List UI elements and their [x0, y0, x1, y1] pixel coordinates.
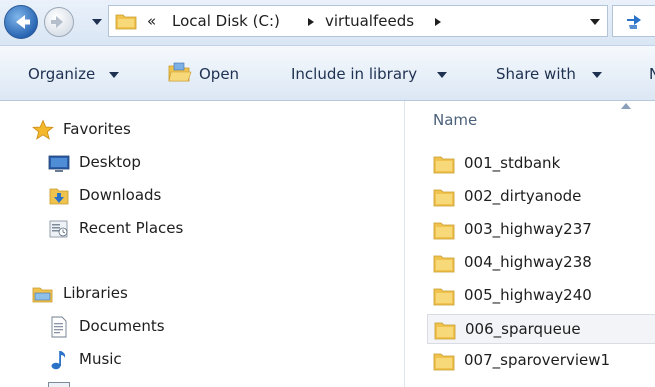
- file-list: Name 001_stdbank 002_dirtyanode 003_highwa…: [405, 101, 655, 387]
- refresh-icon: [627, 15, 641, 29]
- chevron-down-icon: [437, 72, 447, 78]
- nav-libraries[interactable]: Libraries: [32, 282, 232, 308]
- libraries-icon: [32, 287, 53, 303]
- nav-music[interactable]: Music: [48, 348, 248, 374]
- forward-arrow-icon: [51, 16, 63, 28]
- open-folder-icon[interactable]: [168, 62, 192, 84]
- list-item-label: 001_stdbank: [464, 154, 561, 172]
- nav-item-partial[interactable]: [48, 380, 248, 387]
- address-row: « Local Disk (C:) virtualfeeds: [0, 0, 655, 45]
- nav-documents-label: Documents: [79, 317, 165, 335]
- music-icon: [51, 351, 66, 370]
- folder-icon: [433, 353, 455, 371]
- command-bar: Organize Open Include in library Share w…: [0, 45, 655, 101]
- folder-icon: [433, 255, 455, 273]
- folder-icon: [433, 189, 455, 207]
- folder-icon: [434, 322, 456, 340]
- list-item-label: 006_sparqueue: [465, 320, 581, 338]
- desktop-icon: [48, 155, 70, 172]
- chevron-down-icon: [592, 72, 602, 78]
- breadcrumb-local-disk[interactable]: Local Disk (C:): [172, 12, 280, 30]
- nav-desktop-label: Desktop: [79, 153, 141, 171]
- breadcrumb-separator-icon[interactable]: [307, 17, 315, 27]
- downloads-folder-icon: [49, 188, 69, 205]
- documents-icon: [51, 316, 67, 338]
- list-item[interactable]: 005_highway240: [427, 281, 655, 311]
- folder-icon: [433, 222, 455, 240]
- recent-places-icon: [49, 220, 68, 238]
- list-item[interactable]: 001_stdbank: [427, 149, 655, 179]
- recent-pages-dropdown-icon[interactable]: [90, 12, 104, 32]
- open-button[interactable]: Open: [199, 65, 239, 83]
- list-item-label: 002_dirtyanode: [464, 187, 582, 205]
- nav-downloads-label: Downloads: [79, 186, 162, 204]
- list-item-label: 004_highway238: [464, 253, 592, 271]
- column-header-name[interactable]: Name: [433, 111, 477, 129]
- nav-recent-places[interactable]: Recent Places: [48, 217, 248, 243]
- folder-icon: [433, 288, 455, 306]
- chevron-down-icon: [109, 72, 119, 78]
- breadcrumb-virtualfeeds[interactable]: virtualfeeds: [325, 12, 414, 30]
- list-item[interactable]: 004_highway238: [427, 248, 655, 278]
- list-item[interactable]: 007_sparoverview1: [427, 346, 655, 376]
- folder-icon: [433, 156, 455, 174]
- list-item-label: 005_highway240: [464, 286, 592, 304]
- list-item[interactable]: 006_sparqueue: [427, 314, 655, 344]
- list-item-label: 007_sparoverview1: [464, 351, 611, 369]
- navigation-pane: Favorites Desktop Downloads Recent Place…: [0, 101, 404, 387]
- organize-button[interactable]: Organize: [28, 65, 95, 83]
- list-item-label: 003_highway237: [464, 220, 592, 238]
- nav-libraries-label: Libraries: [63, 284, 128, 302]
- folder-icon: [115, 14, 137, 30]
- nav-music-label: Music: [79, 350, 122, 368]
- star-icon: [32, 119, 54, 140]
- nav-recent-places-label: Recent Places: [79, 219, 184, 237]
- nav-downloads[interactable]: Downloads: [48, 184, 248, 210]
- breadcrumb-separator-icon[interactable]: [434, 17, 442, 27]
- sort-ascending-icon: [621, 103, 631, 109]
- back-arrow-icon: [16, 15, 30, 29]
- nav-favorites[interactable]: Favorites: [32, 118, 232, 144]
- refresh-button[interactable]: [612, 5, 655, 37]
- toolbar-overflow-button[interactable]: N: [649, 65, 655, 83]
- nav-favorites-label: Favorites: [63, 120, 131, 138]
- nav-desktop[interactable]: Desktop: [48, 151, 248, 177]
- breadcrumb-overflow[interactable]: «: [147, 12, 156, 30]
- include-in-library-button[interactable]: Include in library: [291, 65, 417, 83]
- nav-documents[interactable]: Documents: [48, 315, 248, 341]
- address-bar[interactable]: « Local Disk (C:) virtualfeeds: [108, 5, 608, 37]
- pictures-icon: [48, 382, 70, 387]
- forward-button[interactable]: [44, 7, 74, 37]
- address-history-dropdown-icon[interactable]: [589, 17, 601, 27]
- list-item[interactable]: 003_highway237: [427, 215, 655, 245]
- list-item[interactable]: 002_dirtyanode: [427, 182, 655, 212]
- back-button[interactable]: [4, 5, 38, 39]
- share-with-button[interactable]: Share with: [496, 65, 576, 83]
